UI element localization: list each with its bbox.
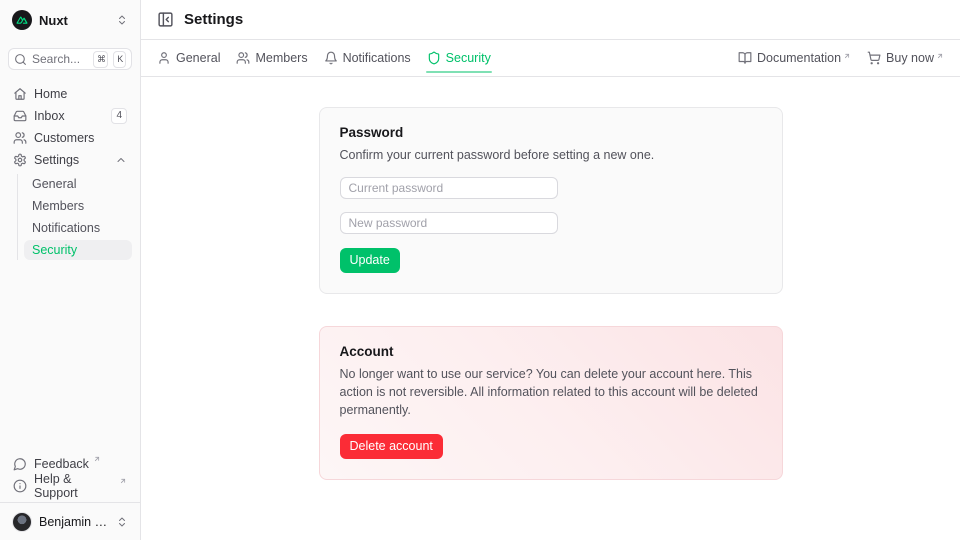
header-link-label: Documentation [757,51,841,65]
tab-bar: General Members Notifications [141,40,960,77]
external-link-icon [93,455,101,463]
sidebar-item-label: Customers [34,131,94,145]
main-area: Settings General Members [141,0,960,540]
nuxt-logo-icon [12,10,32,30]
sidebar-item-label: Inbox [34,109,65,123]
sidebar-footer: Feedback Help & Support [8,454,132,502]
tab-label: Security [446,51,491,65]
team-selector[interactable]: Nuxt [8,0,132,40]
avatar [12,512,32,532]
sidebar-item-label: Security [32,243,77,257]
team-name: Nuxt [39,13,68,28]
sidebar-item-security[interactable]: Security [24,240,132,260]
new-password-field[interactable] [340,212,558,234]
user-icon [157,51,171,65]
app-window: Nuxt ⌘ K Home Inbo [0,0,960,540]
sidebar-nav: Home Inbox 4 Customers Settings [8,84,132,260]
tab-label: Members [255,51,307,65]
panel-left-close-icon[interactable] [157,11,174,28]
tab-members[interactable]: Members [236,40,307,76]
footer-link-label: Feedback [34,457,89,471]
delete-account-button[interactable]: Delete account [340,434,443,459]
update-password-button[interactable]: Update [340,248,400,273]
header-links: Documentation Buy now [738,51,944,65]
chevrons-up-down-icon [116,516,128,528]
tab-label: General [176,51,220,65]
sidebar-item-label: Notifications [32,221,100,235]
sidebar-item-members[interactable]: Members [24,196,132,216]
settings-security-content: Password Confirm your current password b… [141,77,960,540]
tabs: General Members Notifications [157,40,491,76]
user-name: Benjamin Canac [39,515,109,529]
external-link-icon [936,52,944,60]
password-card-description: Confirm your current password before set… [340,146,762,164]
tab-general[interactable]: General [157,40,220,76]
sidebar: Nuxt ⌘ K Home Inbo [0,0,141,540]
header-link-label: Buy now [886,51,934,65]
search-icon [14,53,27,66]
account-card: Account No longer want to use our servic… [319,326,783,479]
external-link-icon [119,477,127,485]
footer-link-label: Help & Support [34,472,115,500]
home-icon [13,87,27,101]
tab-security[interactable]: Security [427,40,491,76]
kbd-cmd: ⌘ [93,51,108,68]
gear-icon [13,153,27,167]
sidebar-item-settings[interactable]: Settings [8,150,132,170]
sidebar-item-label: Members [32,199,84,213]
user-menu[interactable]: Benjamin Canac [8,503,132,540]
account-card-description: No longer want to use our service? You c… [340,365,762,419]
sidebar-item-general[interactable]: General [24,174,132,194]
search-input[interactable] [32,52,88,66]
users-icon [236,51,250,65]
sidebar-item-label: General [32,177,76,191]
documentation-link[interactable]: Documentation [738,51,851,65]
message-circle-icon [13,457,27,471]
current-password-field[interactable] [340,177,558,199]
sidebar-item-home[interactable]: Home [8,84,132,104]
page-header: Settings [141,0,960,40]
shopping-cart-icon [867,51,881,65]
inbox-icon [13,109,27,123]
buy-now-link[interactable]: Buy now [867,51,944,65]
sidebar-item-notifications[interactable]: Notifications [24,218,132,238]
kbd-k: K [113,51,126,68]
feedback-link[interactable]: Feedback [8,454,132,474]
search-box[interactable]: ⌘ K [8,48,132,70]
chevron-up-icon [115,154,127,166]
sidebar-item-label: Home [34,87,67,101]
password-card: Password Confirm your current password b… [319,107,783,294]
info-icon [13,479,27,493]
sidebar-item-inbox[interactable]: Inbox 4 [8,106,132,126]
shield-icon [427,51,441,65]
account-card-title: Account [340,344,762,359]
inbox-count-badge: 4 [111,108,127,124]
settings-subnav: General Members Notifications Security [17,174,132,260]
users-icon [13,131,27,145]
page-title: Settings [184,11,243,28]
tab-notifications[interactable]: Notifications [324,40,411,76]
password-card-title: Password [340,125,762,140]
book-open-icon [738,51,752,65]
sidebar-item-customers[interactable]: Customers [8,128,132,148]
bell-icon [324,51,338,65]
external-link-icon [843,52,851,60]
sidebar-item-label: Settings [34,153,79,167]
tab-label: Notifications [343,51,411,65]
chevrons-up-down-icon [116,14,128,26]
help-support-link[interactable]: Help & Support [8,476,132,496]
